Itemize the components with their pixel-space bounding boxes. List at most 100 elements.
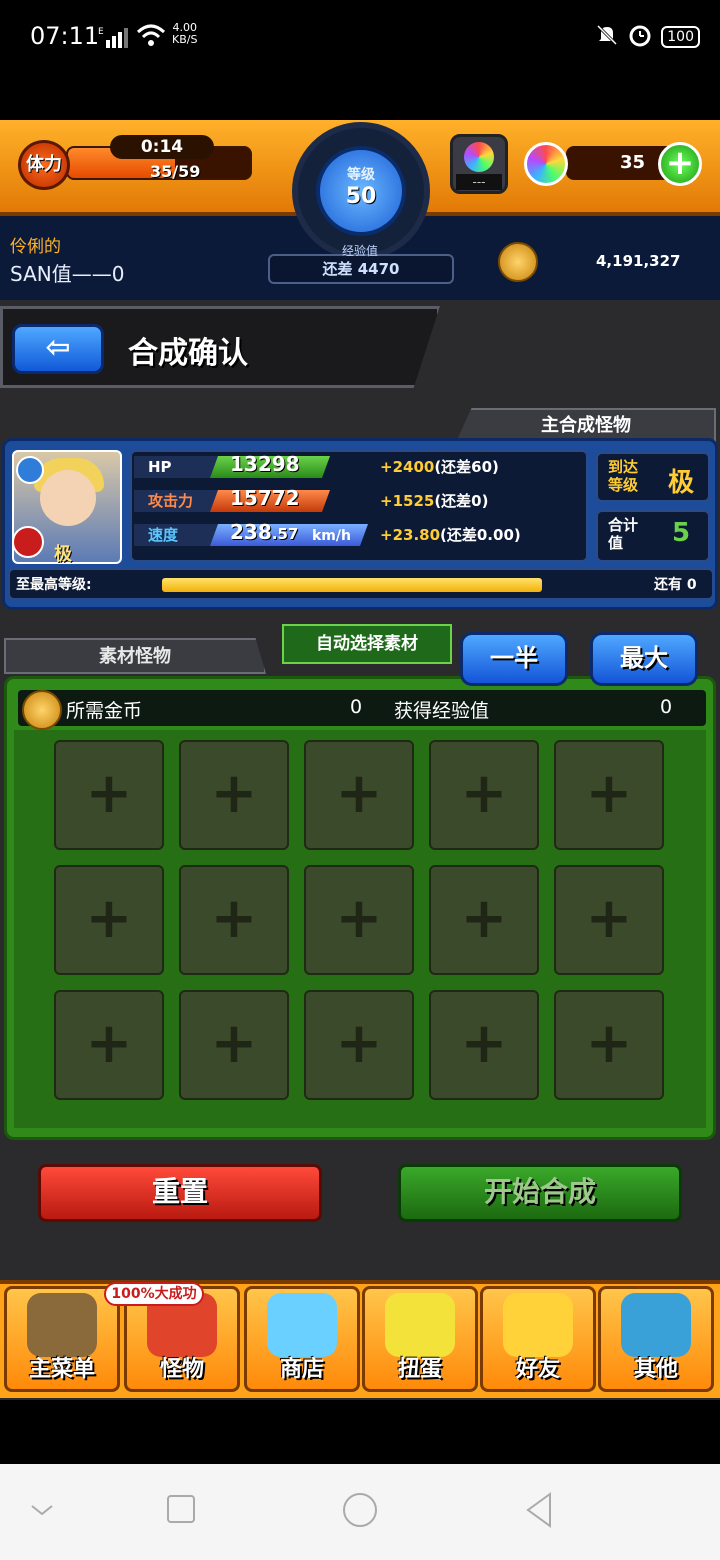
spd-label: 速度 (134, 524, 218, 546)
material-slot[interactable]: + (304, 990, 414, 1100)
exp-gain-label: 获得经验值 (394, 700, 490, 722)
material-slot[interactable]: + (179, 865, 289, 975)
material-slots: + + + + + + + + + + + + + + + (14, 730, 706, 1128)
material-slot[interactable]: + (429, 865, 539, 975)
element-icon (16, 456, 44, 484)
mute-icon (595, 23, 619, 51)
hp-bonus: +2400(还差60) (380, 456, 499, 477)
half-button[interactable]: 一半 (460, 632, 568, 686)
net-speed-unit: KB/S (172, 33, 198, 46)
hp-label: HP (134, 456, 218, 478)
add-gems-button[interactable]: + (658, 142, 702, 186)
material-slot[interactable]: + (429, 990, 539, 1100)
stamina-icon: 体力 (18, 140, 70, 190)
nav-item-2[interactable]: 商店 (244, 1286, 360, 1392)
wifi-icon (136, 22, 166, 52)
material-slot[interactable]: + (554, 740, 664, 850)
spd-bonus: +23.80(还差0.00) (380, 524, 521, 545)
back-button[interactable]: ⇦ (12, 324, 104, 374)
material-slot[interactable]: + (429, 740, 539, 850)
material-slot[interactable]: + (554, 990, 664, 1100)
total-value: 5 (672, 518, 691, 548)
back-arrow-icon: ⇦ (45, 330, 71, 365)
net-speed: 4.00 KB/S (172, 22, 197, 46)
material-slot[interactable]: + (54, 990, 164, 1100)
reach-level-value: 极 (668, 468, 695, 498)
nav-label: 其他 (633, 1357, 678, 1382)
home-button[interactable] (340, 1490, 380, 1530)
alarm-icon (627, 22, 653, 52)
stone-value: --- (456, 174, 502, 190)
max-level-label: 至最高等级: (16, 577, 92, 593)
level-value: 50 (345, 184, 377, 209)
nav-item-5[interactable]: 其他 (598, 1286, 714, 1392)
atk-bonus-rest: (还差0) (434, 492, 489, 510)
tab-auto-select[interactable]: 自动选择素材 (282, 624, 452, 664)
cost-value: 0 (350, 696, 363, 718)
spd-unit: km/h (312, 528, 351, 544)
spd-value-decimal: .57 (271, 525, 299, 543)
main-monster-tab: 主合成怪物 (456, 408, 716, 442)
max-button[interactable]: 最大 (590, 632, 698, 686)
player-level-badge[interactable]: 等级 50 (316, 146, 406, 236)
system-dropdown-button[interactable] (22, 1490, 62, 1530)
max-level-rest: 还有 0 (654, 577, 697, 593)
signal-icon: E (98, 26, 128, 48)
player-name: SAN值——0 (10, 262, 125, 286)
gacha-egg-icon (385, 1293, 455, 1357)
spd-value-int: 238 (230, 520, 272, 544)
stamina-count: 35/59 (150, 162, 201, 181)
spd-bonus-value: +23.80 (380, 526, 441, 544)
atk-value: 15772 (230, 486, 300, 510)
material-slot[interactable]: + (54, 740, 164, 850)
reach-level-label: 到达等级 (608, 458, 639, 494)
nav-label: 主菜单 (28, 1357, 95, 1382)
reset-button[interactable]: 重置 (38, 1164, 322, 1222)
nav-item-4[interactable]: 好友 (480, 1286, 596, 1392)
exp-label: 经验值 (341, 244, 378, 258)
stamina-timer: 0:14 (110, 135, 214, 159)
coin-amount: 4,191,327 (596, 252, 681, 270)
great-success-badge: 100%大成功 (104, 1282, 204, 1306)
hp-bonus-rest: (还差60) (434, 458, 499, 476)
nav-item-0[interactable]: 主菜单 (4, 1286, 120, 1392)
stone-gem-icon (464, 142, 494, 172)
exp-gain-value: 0 (660, 696, 673, 718)
tab-material-monsters[interactable]: 素材怪物 (4, 638, 266, 674)
atk-label: 攻击力 (134, 490, 218, 512)
battery-indicator: 100 (661, 26, 700, 48)
main-menu-gate-icon (27, 1293, 97, 1357)
hp-value: 13298 (230, 452, 300, 476)
atk-bonus: +1525(还差0) (380, 490, 488, 511)
fruit-badge-icon (12, 526, 44, 558)
atk-bonus-value: +1525 (380, 492, 435, 510)
orb-gem-icon (524, 142, 568, 186)
nav-item-3[interactable]: 扭蛋 (362, 1286, 478, 1392)
material-slot[interactable]: + (554, 865, 664, 975)
status-bar (0, 0, 720, 120)
page-title: 合成确认 (128, 336, 248, 371)
nav-label: 怪物 (159, 1357, 204, 1382)
material-slot[interactable]: + (179, 740, 289, 850)
spd-value: 238.57 (230, 520, 298, 544)
material-slot[interactable]: + (54, 865, 164, 975)
nav-label: 商店 (279, 1357, 324, 1382)
atk-row: 攻击力 15772 +1525(还差0) (134, 486, 584, 516)
material-slot[interactable]: + (304, 865, 414, 975)
friends-balloon-icon (503, 1293, 573, 1357)
cost-label: 所需金币 (66, 700, 143, 722)
material-slot[interactable]: + (304, 740, 414, 850)
exp-remaining: 还差 4470 (322, 260, 400, 278)
start-fusion-button[interactable]: 开始合成 (398, 1164, 682, 1222)
spd-bonus-rest: (还差0.00) (440, 526, 521, 544)
recents-button[interactable] (160, 1490, 200, 1530)
rank-badge: 极 (54, 544, 72, 565)
gem-count: 35 (620, 152, 646, 173)
max-level-bar (162, 578, 542, 592)
hp-row: HP 13298 +2400(还差60) (134, 452, 584, 482)
back-system-button[interactable] (520, 1490, 560, 1530)
other-question-icon (621, 1293, 691, 1357)
spd-row: 速度 238.57 km/h +23.80(还差0.00) (134, 520, 584, 550)
status-icons: 100 (595, 22, 700, 52)
material-slot[interactable]: + (179, 990, 289, 1100)
